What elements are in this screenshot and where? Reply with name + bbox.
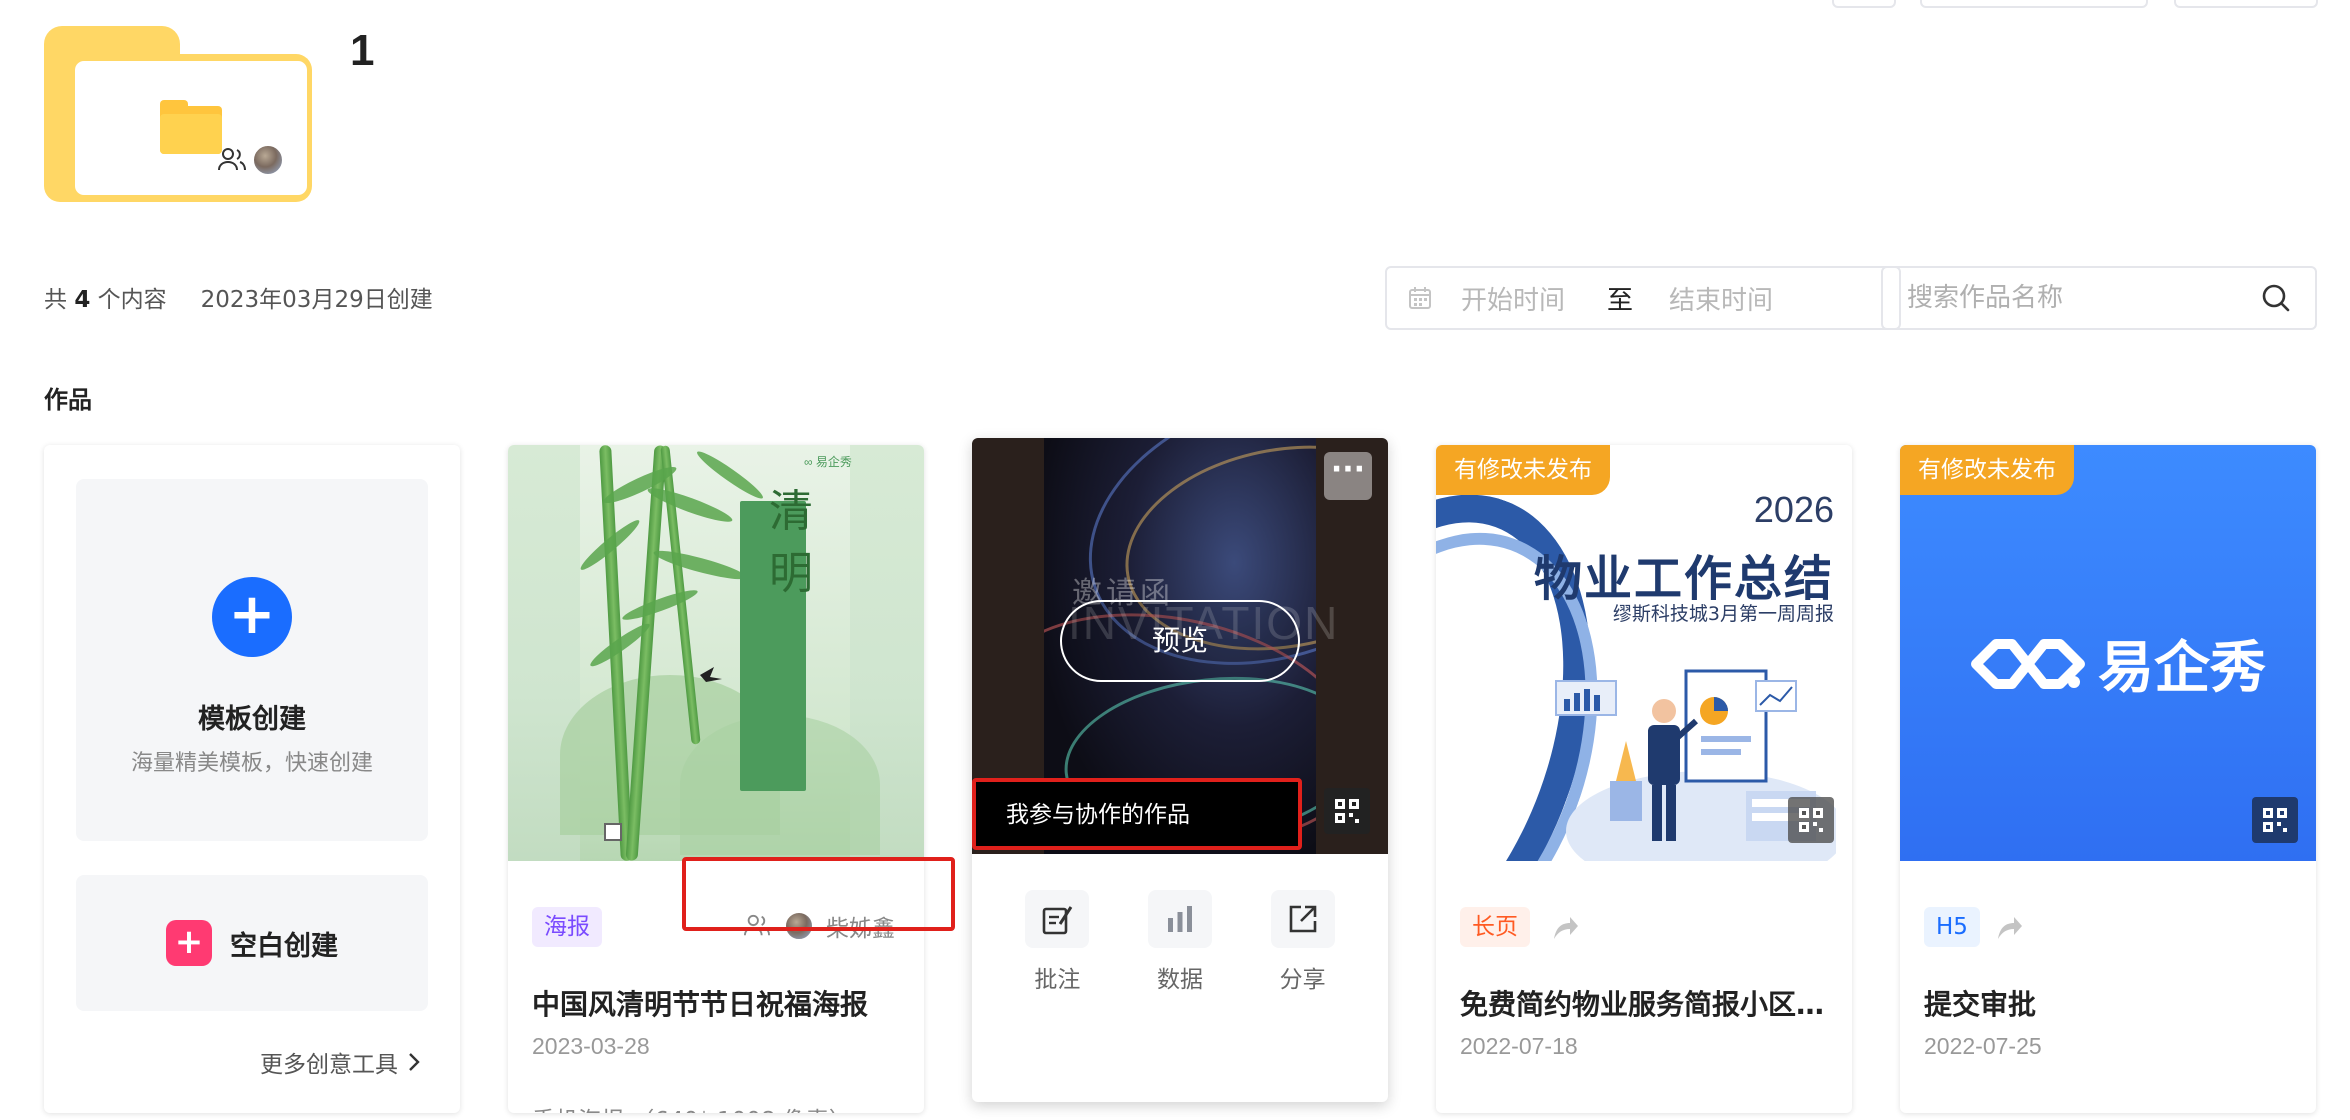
qr-code-icon <box>2263 808 2287 832</box>
work-type-tag: 长页 <box>1460 907 1530 947</box>
template-create-button[interactable]: + 模板创建 海量精美模板，快速创建 <box>76 479 428 841</box>
qr-code-icon <box>1799 808 1823 832</box>
share-label: 分享 <box>1279 967 1326 993</box>
work-card-invitation[interactable]: 邀请函 INVITATION 预览 ··· 我参与协作的作品 批注 数据 分享 <box>972 438 1388 1102</box>
share-action[interactable]: 分享 <box>1270 890 1335 994</box>
work-thumbnail[interactable]: 易企秀 有修改未发布 <box>1900 445 2316 861</box>
collaboration-label: 我参与协作的作品 <box>972 778 1302 850</box>
avatar <box>252 144 284 176</box>
work-thumbnail[interactable]: 2026 物业工作总结 缪斯科技城3月第一周周报 有修改未发布 <box>1436 445 1852 861</box>
logo-text: 易企秀 <box>2098 636 2266 701</box>
work-card-longpage[interactable]: 2026 物业工作总结 缪斯科技城3月第一周周报 有修改未发布 长页 免费简约物… <box>1436 445 1852 1113</box>
folder-name: 1 <box>350 26 375 75</box>
work-date: 2022-07-25 <box>1924 1033 2042 1059</box>
work-date: 2022-07-18 <box>1460 1033 1578 1059</box>
qr-code-icon <box>1335 799 1359 823</box>
folder-icon <box>44 26 312 202</box>
work-size: 手机海报 （640* 1008 像素） <box>532 1101 852 1113</box>
plus-icon: + <box>212 577 292 657</box>
eqxiu-logo: 易企秀 <box>1968 623 2266 704</box>
more-tools-link[interactable]: 更多创意工具 <box>260 1045 420 1079</box>
calendar-icon <box>1409 287 1431 309</box>
thumb-year: 2026 <box>1753 489 1834 530</box>
data-label: 数据 <box>1156 967 1203 993</box>
work-card-poster[interactable]: 清明 ∞ 易企秀 海报 柴姊鑫 中国风清明节节日祝福海报 2023-03-28 … <box>508 445 924 1113</box>
work-title[interactable]: 免费简约物业服务简报小区物业工作总结 <box>1460 983 1830 1023</box>
poster-title-text: 清明 <box>769 486 813 599</box>
plus-icon: + <box>166 920 212 966</box>
annotate-action[interactable]: 批注 <box>1025 890 1090 994</box>
unpublished-badge: 有修改未发布 <box>1436 445 1610 495</box>
shared-arrow-icon <box>1554 917 1578 939</box>
start-date-input[interactable]: 开始时间 <box>1461 280 1565 317</box>
blank-create-button[interactable]: + 空白创建 <box>76 875 428 1011</box>
works-section-title: 作品 <box>44 386 92 414</box>
work-thumbnail[interactable]: 邀请函 INVITATION 预览 ··· 我参与协作的作品 <box>972 438 1388 854</box>
date-range-picker[interactable]: 开始时间 至 结束时间 <box>1385 266 1901 330</box>
created-date: 2023年03月29日创建 <box>200 287 433 313</box>
qr-code-button[interactable] <box>1788 797 1834 843</box>
infinity-logo-icon <box>1971 638 2085 689</box>
work-date: 2023-03-28 <box>532 1033 650 1059</box>
end-date-input[interactable]: 结束时间 <box>1669 280 1773 317</box>
create-card: + 模板创建 海量精美模板，快速创建 + 空白创建 更多创意工具 <box>44 445 460 1113</box>
top-control-stub[interactable] <box>2174 0 2318 8</box>
qr-code-button[interactable] <box>1324 788 1370 834</box>
collaborator-highlight <box>682 857 955 931</box>
data-action[interactable]: 数据 <box>1147 890 1212 994</box>
annotate-label: 批注 <box>1034 967 1081 993</box>
more-tools-label: 更多创意工具 <box>260 1052 398 1078</box>
shared-arrow-icon <box>1998 917 2022 939</box>
preview-button[interactable]: 预览 <box>1060 600 1300 682</box>
content-count: 共 4 个内容 <box>44 287 167 313</box>
annotate-icon <box>1043 906 1073 935</box>
chevron-right-icon <box>409 1053 420 1071</box>
template-create-subtitle: 海量精美模板，快速创建 <box>130 751 373 776</box>
search-input[interactable] <box>1907 283 2261 313</box>
work-type-tag: H5 <box>1924 907 1980 947</box>
folder-meta: 共 4 个内容 2023年03月29日创建 <box>44 280 433 314</box>
top-control-stub[interactable] <box>1920 0 2148 8</box>
more-options-button[interactable]: ··· <box>1324 452 1372 500</box>
blank-create-label: 空白创建 <box>230 930 338 962</box>
qr-code-button[interactable] <box>2252 797 2298 843</box>
search-box[interactable] <box>1881 266 2317 330</box>
bar-chart-icon <box>1167 906 1192 932</box>
users-icon <box>218 148 246 171</box>
work-actions: 批注 数据 分享 <box>972 890 1388 994</box>
top-control-stub[interactable] <box>1832 0 1896 8</box>
thumb-subtitle: 缪斯科技城3月第一周周报 <box>1612 603 1834 625</box>
work-title[interactable]: 提交审批 <box>1924 983 2294 1023</box>
share-icon <box>1289 905 1316 933</box>
work-card-h5[interactable]: 易企秀 有修改未发布 H5 提交审批 2022-07-25 <box>1900 445 2316 1113</box>
template-create-title: 模板创建 <box>198 704 306 735</box>
work-title[interactable]: 中国风清明节节日祝福海报 <box>532 983 902 1023</box>
unpublished-badge: 有修改未发布 <box>1900 445 2074 495</box>
date-separator: 至 <box>1607 285 1634 316</box>
work-thumbnail[interactable]: 清明 ∞ 易企秀 <box>508 445 924 861</box>
search-icon[interactable] <box>2261 283 2291 313</box>
folder-collaborators <box>216 144 284 176</box>
work-type-tag: 海报 <box>532 907 602 947</box>
